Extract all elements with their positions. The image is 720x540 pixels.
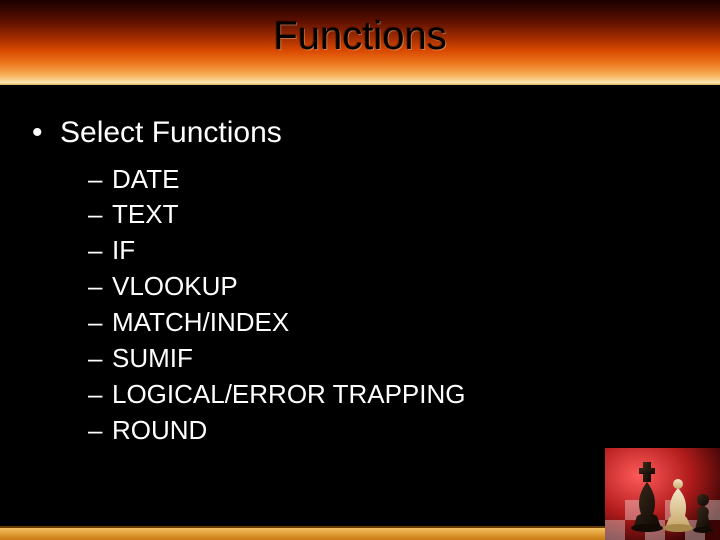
slide-title: Functions [0, 14, 720, 59]
list-item-label: IF [112, 233, 135, 269]
dash-icon: – [88, 413, 112, 449]
dash-icon: – [88, 305, 112, 341]
list-item: – VLOOKUP [88, 269, 672, 305]
list-item: – ROUND [88, 413, 672, 449]
list-item: – MATCH/INDEX [88, 305, 672, 341]
list-item-label: SUMIF [112, 341, 193, 377]
dash-icon: – [88, 341, 112, 377]
list-item-label: DATE [112, 162, 179, 198]
list-item-label: ROUND [112, 413, 207, 449]
slide: Functions • Select Functions – DATE – TE… [0, 0, 720, 540]
list-item-label: TEXT [112, 197, 178, 233]
body-heading-row: • Select Functions [32, 114, 672, 152]
list-item-label: MATCH/INDEX [112, 305, 289, 341]
slide-body: • Select Functions – DATE – TEXT – IF – … [32, 100, 672, 449]
dash-icon: – [88, 269, 112, 305]
list-item: – IF [88, 233, 672, 269]
dash-icon: – [88, 377, 112, 413]
title-bottom-rule [0, 82, 720, 85]
function-list: – DATE – TEXT – IF – VLOOKUP – MATCH/IND… [88, 162, 672, 449]
body-heading: Select Functions [60, 114, 282, 152]
list-item: – SUMIF [88, 341, 672, 377]
list-item: – LOGICAL/ERROR TRAPPING [88, 377, 672, 413]
dash-icon: – [88, 162, 112, 198]
dash-icon: – [88, 233, 112, 269]
bullet-icon: • [32, 114, 60, 152]
list-item-label: VLOOKUP [112, 269, 238, 305]
list-item: – DATE [88, 162, 672, 198]
list-item: – TEXT [88, 197, 672, 233]
dash-icon: – [88, 197, 112, 233]
chess-image [605, 448, 720, 540]
list-item-label: LOGICAL/ERROR TRAPPING [112, 377, 466, 413]
